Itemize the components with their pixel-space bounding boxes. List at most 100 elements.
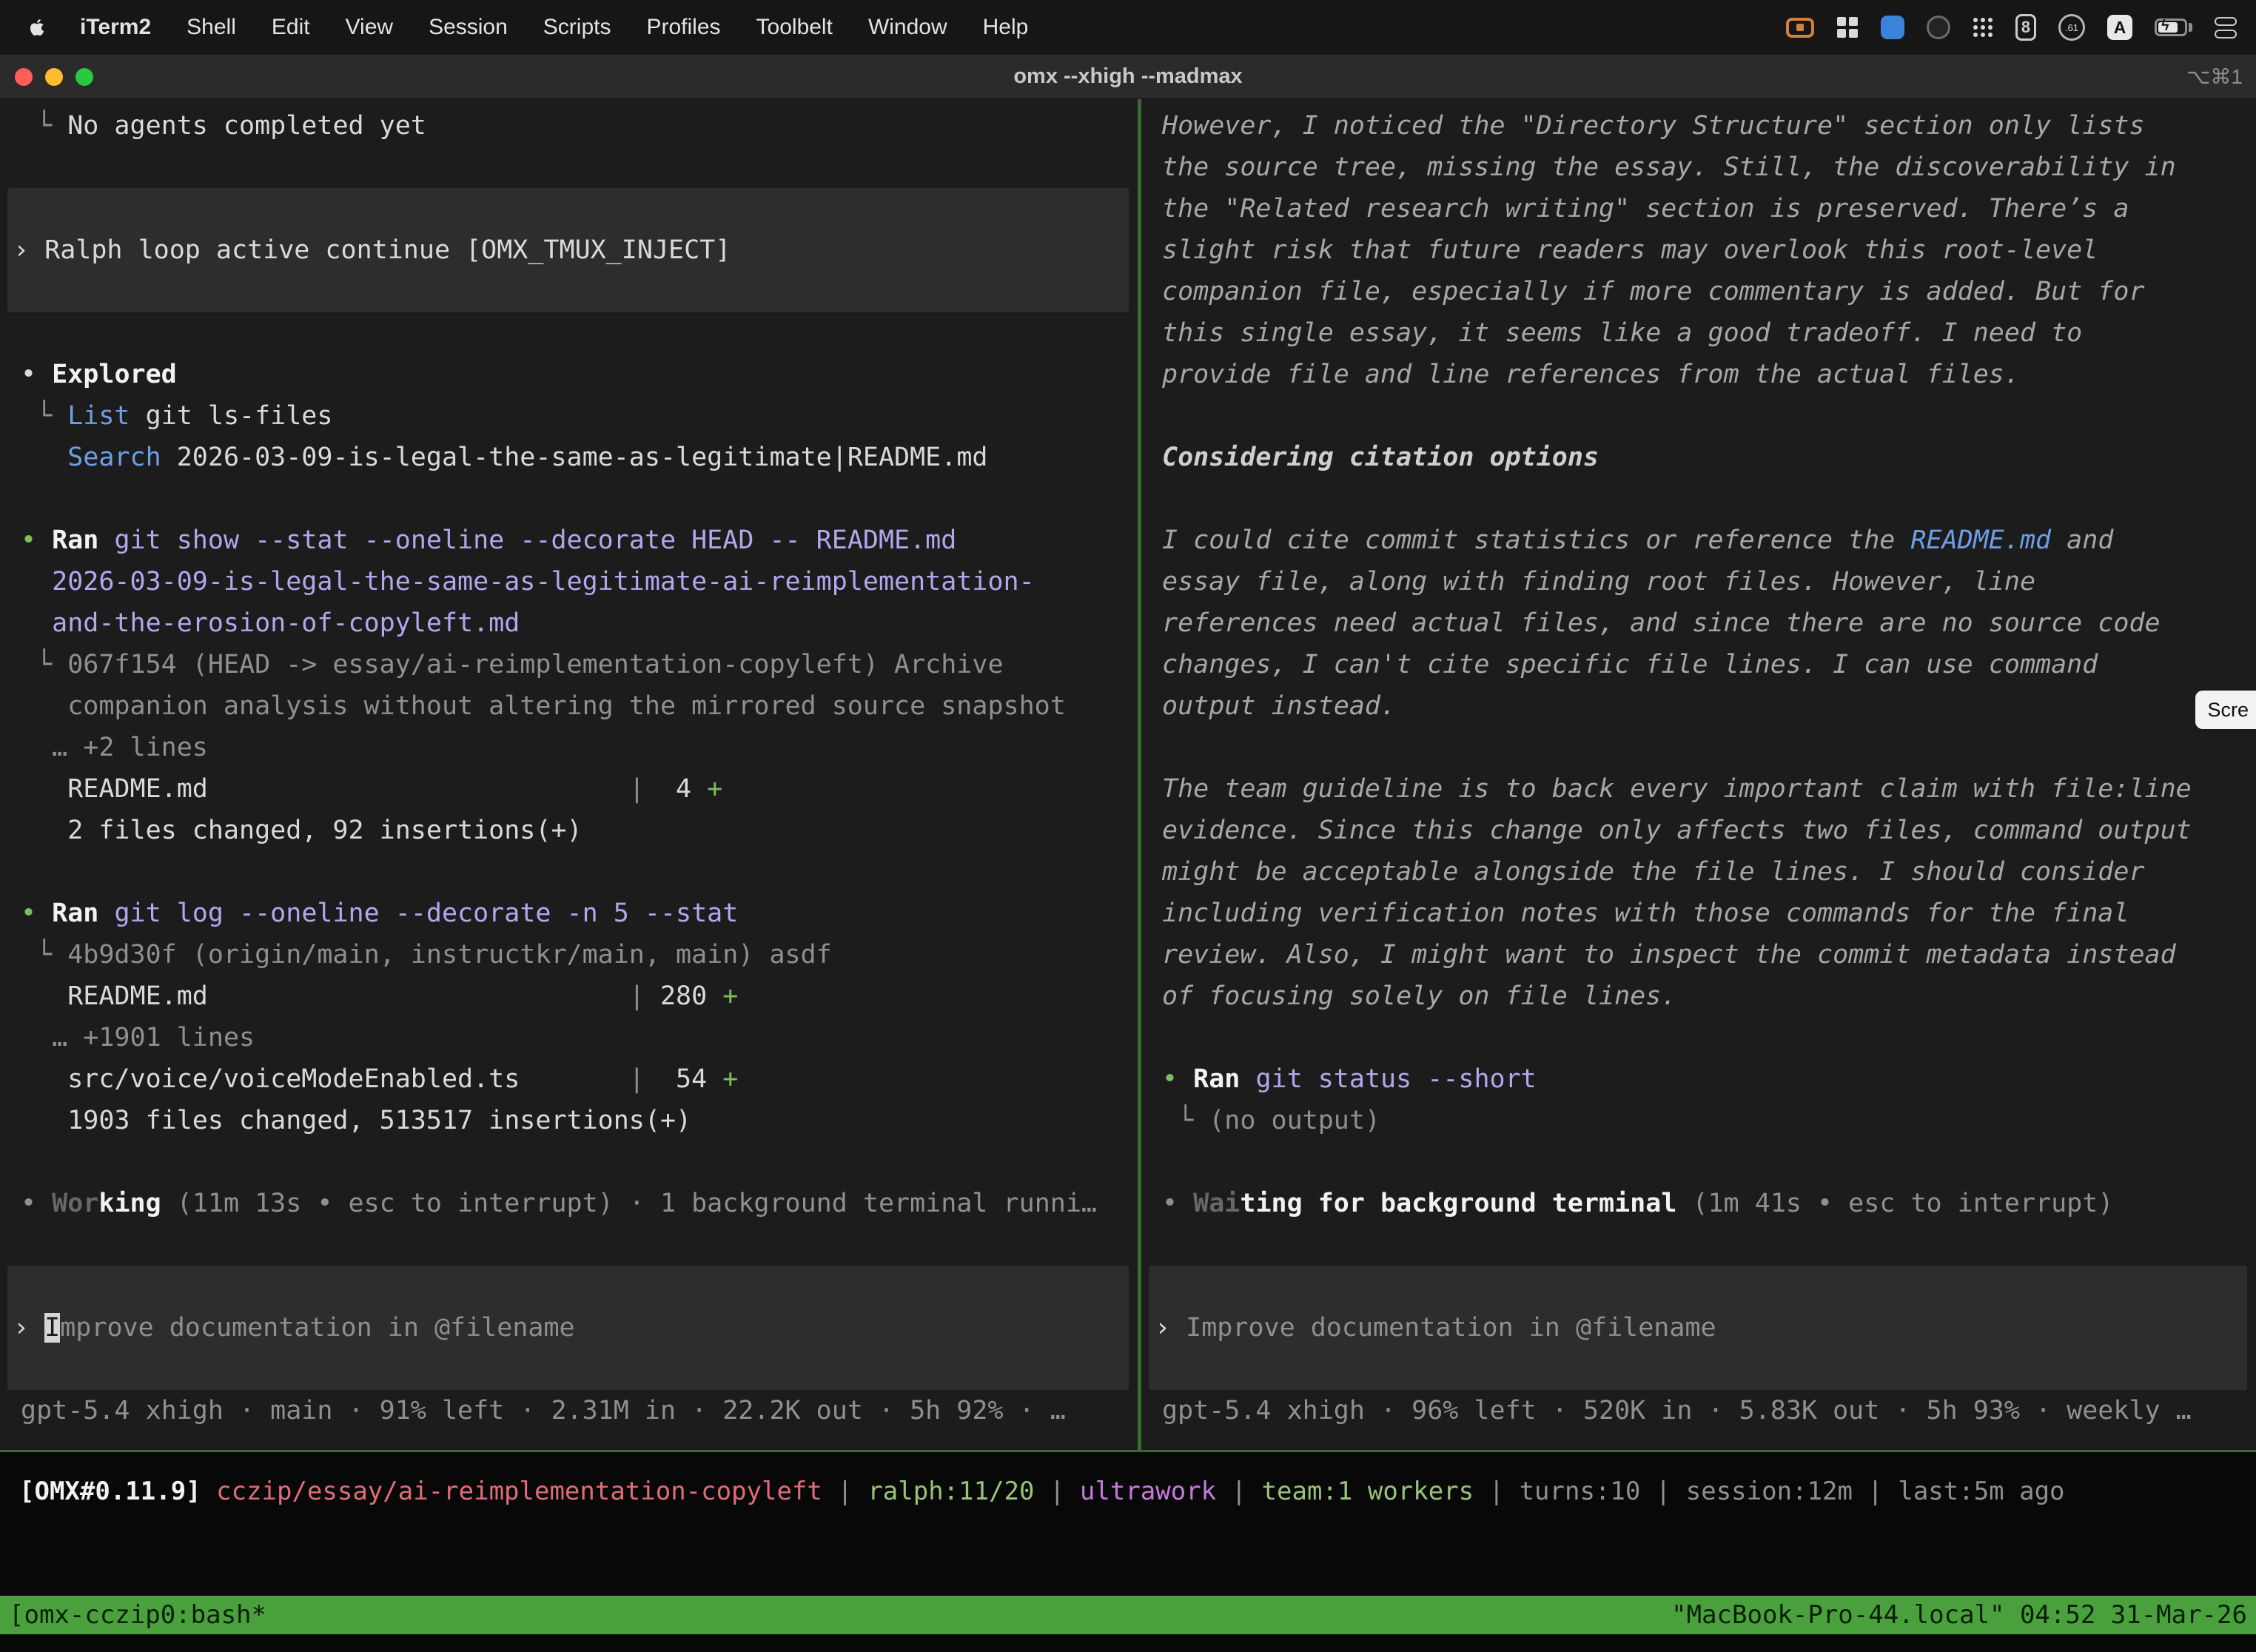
text-segment: and: [2051, 526, 2113, 555]
terminal-line: • Working (11m 13s • esc to interrupt) ·…: [21, 1183, 1097, 1224]
text-segment: |: [1853, 1477, 1898, 1506]
window-grid-icon[interactable]: [1836, 16, 1859, 38]
terminal-line: evidence. Since this change only affects…: [1162, 810, 2192, 851]
key-badge-icon[interactable]: 8: [2015, 14, 2036, 41]
battery-icon[interactable]: ϟ: [2155, 19, 2192, 36]
terminal-line: the source tree, missing the essay. Stil…: [1162, 147, 2176, 188]
text-segment: companion file, especially if more comme…: [1162, 277, 2145, 306]
menu-item-edit[interactable]: Edit: [254, 15, 328, 40]
terminal-line: gpt-5.4 xhigh · main · 91% left · 2.31M …: [21, 1390, 1066, 1431]
text-segment: mprove documentation in @filename: [60, 1313, 574, 1343]
terminal-line: … +1901 lines: [21, 1017, 255, 1058]
screen-tooltip-label: Scre: [2207, 699, 2249, 722]
text-segment: 1903 files changed, 513517 insertions(+): [21, 1106, 691, 1135]
title-bar: omx --xhigh --madmax ⌥⌘1: [0, 55, 2256, 99]
text-segment: session:12m: [1686, 1477, 1853, 1506]
text-segment: [98, 899, 114, 928]
text-segment: (1m 41s • esc to interrupt): [1676, 1189, 2113, 1218]
screen-tooltip[interactable]: Scre: [2195, 691, 2256, 729]
text-segment: gpt-5.4 xhigh · 96% left · 520K in · 5.8…: [1162, 1396, 2192, 1426]
text-segment: No agents completed yet: [67, 111, 426, 141]
text-segment: 54: [645, 1064, 722, 1094]
apple-menu-icon[interactable]: [16, 17, 62, 38]
menu-item-iterm2[interactable]: iTerm2: [62, 15, 169, 40]
input-source-icon[interactable]: A: [2107, 15, 2132, 40]
text-segment: last:5m ago: [1898, 1477, 2064, 1506]
terminal-line: └ 4b9d30f (origin/main, instructkr/main,…: [21, 934, 832, 976]
text-segment: ›: [1155, 1313, 1186, 1343]
text-segment: •: [21, 360, 52, 389]
screen-recording-icon[interactable]: [1786, 18, 1814, 38]
terminal-line: └ (no output): [1162, 1100, 1380, 1141]
terminal-line: • Ran git show --stat --oneline --decora…: [21, 520, 956, 561]
text-segment: Wai: [1193, 1189, 1240, 1218]
text-segment: [98, 526, 114, 555]
iterm2-window: iTerm2 Shell Edit View Session Scripts P…: [0, 0, 2256, 1652]
menu-item-window[interactable]: Window: [850, 15, 965, 40]
zoom-button[interactable]: [75, 68, 93, 86]
menu-item-scripts[interactable]: Scripts: [526, 15, 629, 40]
text-segment: this single essay, it seems like a good …: [1162, 318, 2082, 348]
terminal-line: and-the-erosion-of-copyleft.md: [21, 602, 520, 644]
gauge-icon[interactable]: .61: [2058, 14, 2085, 41]
terminal-line: 2 files changed, 92 insertions(+): [21, 810, 583, 851]
text-segment: |: [208, 981, 645, 1011]
text-segment: List: [67, 401, 130, 431]
text-segment: +: [707, 774, 722, 804]
text-segment: |: [208, 774, 645, 804]
text-segment: evidence. Since this change only affects…: [1162, 816, 2192, 845]
text-segment: |: [1216, 1477, 1261, 1506]
terminal-line: this single essay, it seems like a good …: [1162, 312, 2082, 354]
close-button[interactable]: [15, 68, 33, 86]
menu-item-toolbelt[interactable]: Toolbelt: [739, 15, 850, 40]
text-segment: the "Related research writing" section i…: [1162, 194, 2129, 224]
terminal-line: review. Also, I might want to inspect th…: [1162, 934, 2176, 976]
right-terminal-pane[interactable]: However, I noticed the "Directory Struct…: [1141, 99, 2256, 1450]
left-terminal-pane[interactable]: └ No agents completed yet› Ralph loop ac…: [0, 99, 1138, 1450]
terminal-line: the "Related research writing" section i…: [1162, 188, 2129, 229]
text-segment: |: [1640, 1477, 1685, 1506]
text-segment: └: [21, 401, 67, 431]
text-segment: README.md: [1910, 526, 2051, 555]
text-segment: ralph:11/20: [867, 1477, 1034, 1506]
terminal-line: › Improve documentation in @filename: [13, 1307, 575, 1349]
text-segment: companion analysis without altering the …: [21, 691, 1066, 721]
menu-item-profiles[interactable]: Profiles: [628, 15, 738, 40]
dark-app-icon[interactable]: [1927, 16, 1950, 39]
dots-grid-icon[interactable]: [1973, 17, 1993, 38]
text-segment: However, I noticed the "Directory Struct…: [1162, 111, 2145, 141]
menu-item-session[interactable]: Session: [411, 15, 526, 40]
text-segment: Considering citation options: [1162, 443, 1599, 472]
terminal-line: including verification notes with those …: [1162, 893, 2129, 934]
terminal-line: output instead.: [1162, 685, 1396, 727]
terminal-line: • Ran git status --short: [1162, 1058, 1537, 1100]
text-segment: including verification notes with those …: [1162, 899, 2129, 928]
text-segment: •: [21, 1189, 52, 1218]
text-segment: and-the-erosion-of-copyleft.md: [21, 608, 520, 638]
text-segment: … +1901 lines: [21, 1023, 255, 1052]
text-segment: I could cite commit statistics or refere…: [1162, 526, 1910, 555]
menu-item-shell[interactable]: Shell: [169, 15, 254, 40]
terminal-line: • Ran git log --oneline --decorate -n 5 …: [21, 893, 738, 934]
text-segment: … +2 lines: [21, 733, 208, 762]
blue-app-icon[interactable]: [1881, 16, 1904, 39]
terminal-line: However, I noticed the "Directory Struct…: [1162, 105, 2145, 147]
text-segment: Explored: [52, 360, 177, 389]
menu-item-view[interactable]: View: [328, 15, 411, 40]
control-center-icon[interactable]: [2215, 17, 2237, 38]
text-segment: +: [722, 981, 738, 1011]
text-segment: team:1 workers: [1262, 1477, 1474, 1506]
minimize-button[interactable]: [45, 68, 63, 86]
text-segment: provide file and line references from th…: [1162, 360, 2020, 389]
text-segment: essay file, along with finding root file…: [1162, 567, 2035, 597]
terminal-line: 2026-03-09-is-legal-the-same-as-legitima…: [21, 561, 1035, 602]
text-segment: src/voice/voiceModeEnabled.ts: [21, 1064, 520, 1094]
menu-item-help[interactable]: Help: [965, 15, 1047, 40]
text-segment: slight risk that future readers may over…: [1162, 235, 2098, 265]
text-segment: output instead.: [1162, 691, 1396, 721]
window-shortcut: ⌥⌘1: [2186, 64, 2243, 89]
text-segment: └ 4b9d30f (origin/main, instructkr/main,…: [21, 940, 832, 970]
terminal-line: essay file, along with finding root file…: [1162, 561, 2035, 602]
text-segment: |: [1474, 1477, 1519, 1506]
text-segment: 4: [645, 774, 707, 804]
